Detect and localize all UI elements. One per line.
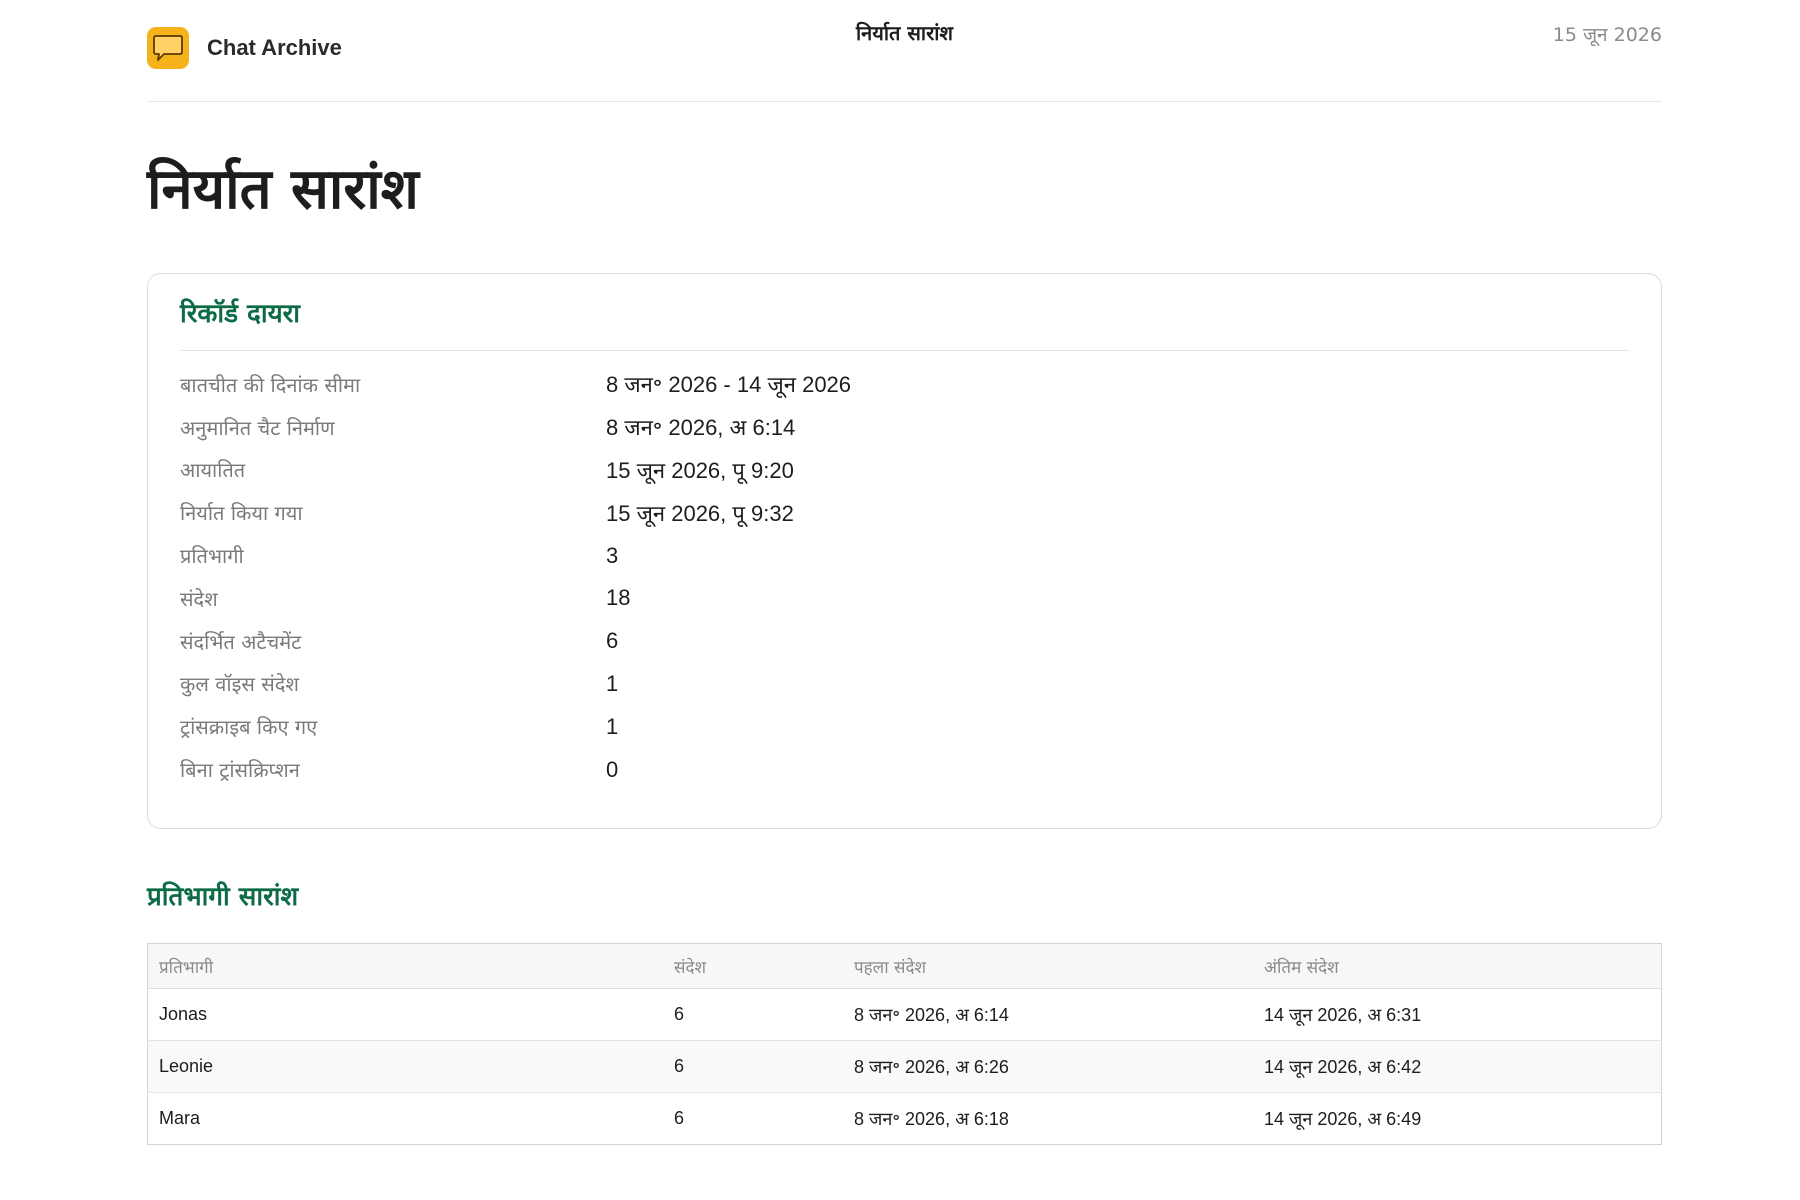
page-title: निर्यात सारांश bbox=[147, 157, 419, 222]
record-scope-title: रिकॉर्ड दायरा bbox=[180, 294, 1629, 351]
record-scope-value: 18 bbox=[606, 585, 631, 611]
column-header-first-message: पहला संदेश bbox=[843, 943, 1253, 989]
record-scope-value: 6 bbox=[606, 628, 619, 654]
record-scope-value: 0 bbox=[606, 756, 619, 782]
record-scope-label: निर्यात किया गया bbox=[180, 501, 303, 526]
record-scope-row: ट्रांसक्राइब किए गए 1 bbox=[180, 705, 1629, 748]
record-scope-row: संदर्भित अटैचमेंट 6 bbox=[180, 620, 1629, 663]
participants-title: प्रतिभागी सारांश bbox=[147, 882, 299, 912]
table-row: Mara 6 8 जन॰ 2026, अ 6:18 14 जून 2026, अ… bbox=[148, 1093, 1662, 1145]
header-date: 15 जून 2026 bbox=[1552, 24, 1662, 46]
participant-last-message: 14 जून 2026, अ 6:49 bbox=[1264, 1108, 1422, 1129]
record-scope-value: 3 bbox=[606, 542, 619, 568]
export-summary-page: Chat Archive निर्यात सारांश 15 जून 2026 … bbox=[147, 0, 1662, 1145]
record-scope-label: कुल वॉइस संदेश bbox=[180, 672, 300, 697]
record-scope-value: 8 जन॰ 2026, अ 6:14 bbox=[606, 415, 796, 441]
record-scope-row: आयातित 15 जून 2026, पू 9:20 bbox=[180, 449, 1629, 492]
participant-first-message: 8 जन॰ 2026, अ 6:18 bbox=[854, 1108, 1009, 1129]
record-scope-label: संदेश bbox=[180, 586, 218, 611]
participant-message-count: 6 bbox=[674, 1108, 685, 1128]
column-header-participant: प्रतिभागी bbox=[147, 943, 663, 989]
record-scope-label: बिना ट्रांसक्रिप्शन bbox=[180, 758, 300, 783]
participant-last-message: 14 जून 2026, अ 6:31 bbox=[1253, 988, 1662, 1041]
participant-message-count: 6 bbox=[663, 1040, 843, 1093]
record-scope-label: संदर्भित अटैचमेंट bbox=[180, 629, 302, 654]
column-header-messages: संदेश bbox=[663, 943, 843, 989]
participant-message-count: 6 bbox=[663, 988, 843, 1041]
record-scope-row: बिना ट्रांसक्रिप्शन 0 bbox=[180, 748, 1629, 791]
column-header-last-message: अंतिम संदेश bbox=[1253, 943, 1662, 989]
participant-first-message: 8 जन॰ 2026, अ 6:26 bbox=[843, 1040, 1253, 1093]
record-scope-label: प्रतिभागी bbox=[180, 544, 244, 569]
record-scope-row: प्रतिभागी 3 bbox=[180, 534, 1629, 577]
participant-name: Jonas bbox=[147, 988, 663, 1041]
record-scope-value: 1 bbox=[606, 713, 619, 739]
participant-last-message: 14 जून 2026, अ 6:42 bbox=[1253, 1040, 1662, 1093]
table-row: Leonie 6 8 जन॰ 2026, अ 6:26 14 जून 2026,… bbox=[147, 1040, 1662, 1093]
record-scope-label: अनुमानित चैट निर्माण bbox=[180, 415, 335, 440]
record-scope-value: 15 जून 2026, पू 9:32 bbox=[606, 500, 794, 526]
participant-first-message: 8 जन॰ 2026, अ 6:14 bbox=[843, 988, 1253, 1041]
record-scope-row: संदेश 18 bbox=[180, 577, 1629, 620]
participant-name: Mara bbox=[159, 1108, 201, 1128]
participant-name: Leonie bbox=[147, 1040, 663, 1093]
record-scope-label: आयातित bbox=[180, 458, 246, 483]
record-scope-label: ट्रांसक्राइब किए गए bbox=[180, 715, 318, 740]
table-row: Jonas 6 8 जन॰ 2026, अ 6:14 14 जून 2026, … bbox=[147, 988, 1662, 1041]
record-scope-list: बातचीत की दिनांक सीमा 8 जन॰ 2026 - 14 जू… bbox=[180, 363, 1629, 791]
record-scope-card: रिकॉर्ड दायरा बातचीत की दिनांक सीमा 8 जन… bbox=[147, 273, 1662, 829]
record-scope-value: 15 जून 2026, पू 9:20 bbox=[606, 457, 794, 483]
record-scope-row: कुल वॉइस संदेश 1 bbox=[180, 663, 1629, 706]
table-header-row: प्रतिभागी संदेश पहला संदेश अंतिम संदेश bbox=[147, 943, 1662, 989]
record-scope-row: निर्यात किया गया 15 जून 2026, पू 9:32 bbox=[180, 491, 1629, 534]
record-scope-label: बातचीत की दिनांक सीमा bbox=[180, 372, 361, 397]
record-scope-row: अनुमानित चैट निर्माण 8 जन॰ 2026, अ 6:14 bbox=[180, 406, 1629, 449]
page-header: Chat Archive निर्यात सारांश 15 जून 2026 bbox=[147, 0, 1662, 102]
participants-table: प्रतिभागी संदेश पहला संदेश अंतिम संदेश J… bbox=[147, 943, 1662, 1145]
record-scope-value: 1 bbox=[606, 670, 619, 696]
record-scope-row: बातचीत की दिनांक सीमा 8 जन॰ 2026 - 14 जू… bbox=[180, 363, 1629, 406]
record-scope-value: 8 जन॰ 2026 - 14 जून 2026 bbox=[606, 372, 852, 398]
header-title: निर्यात सारांश bbox=[855, 21, 954, 45]
